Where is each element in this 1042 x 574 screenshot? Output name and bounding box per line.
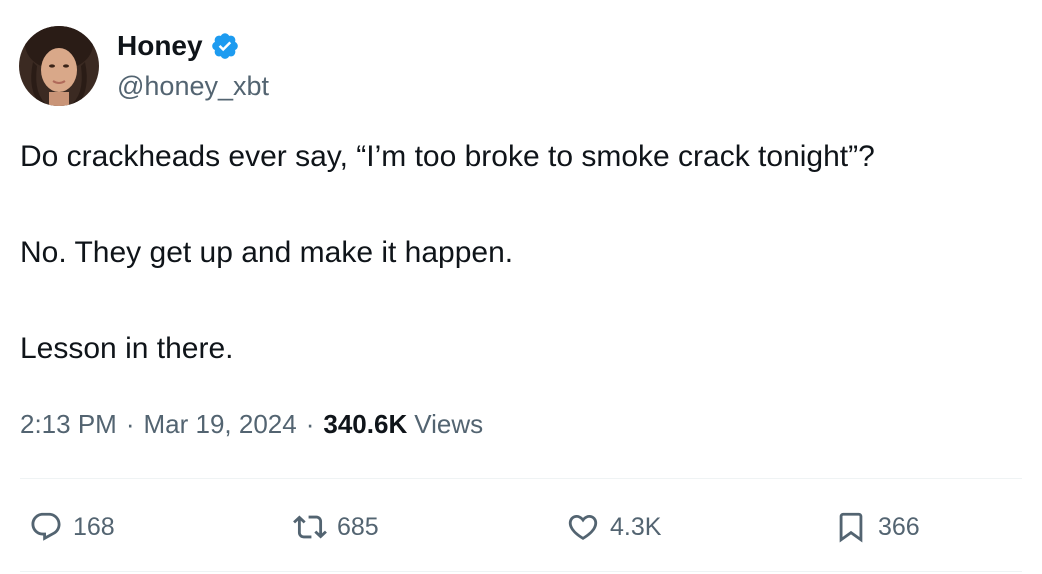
bookmark-button[interactable]: 366: [834, 503, 920, 551]
tweet-time[interactable]: 2:13 PM: [20, 409, 117, 440]
author-handle[interactable]: @honey_xbt: [117, 71, 269, 102]
views-count: 340.6K: [323, 409, 408, 439]
divider: [20, 571, 1022, 572]
tweet-text: Do crackheads ever say, “I’m too broke t…: [20, 137, 1030, 369]
views-label: Views: [414, 409, 484, 439]
bookmark-count: 366: [878, 512, 920, 541]
retweet-count: 685: [337, 512, 379, 541]
reply-icon: [29, 510, 63, 544]
tweet-meta: 2:13 PM · Mar 19, 2024 · 340.6K Views: [20, 409, 483, 440]
action-bar: 168 685 4.3K 366: [0, 503, 1042, 551]
author-display-name[interactable]: Honey: [117, 30, 203, 62]
heart-icon: [566, 510, 600, 544]
like-count: 4.3K: [610, 512, 662, 541]
retweet-button[interactable]: 685: [293, 503, 379, 551]
retweet-icon: [293, 510, 327, 544]
tweet-date[interactable]: Mar 19, 2024: [144, 409, 297, 440]
divider: [20, 478, 1022, 479]
tweet-card: Honey @honey_xbt Do crackheads ever say,…: [0, 0, 1042, 574]
reply-button[interactable]: 168: [29, 503, 115, 551]
tweet-text-line: No. They get up and make it happen.: [20, 236, 514, 269]
verified-badge-icon: [210, 31, 240, 61]
tweet-text-line: Do crackheads ever say, “I’m too broke t…: [20, 140, 875, 173]
avatar[interactable]: [19, 26, 99, 106]
meta-separator: ·: [125, 409, 135, 439]
author-name-row: Honey: [117, 29, 240, 63]
bookmark-icon: [834, 510, 868, 544]
reply-count: 168: [73, 512, 115, 541]
like-button[interactable]: 4.3K: [566, 503, 661, 551]
meta-separator: ·: [305, 409, 315, 439]
avatar-image: [19, 26, 99, 106]
tweet-text-line: Lesson in there.: [20, 332, 234, 365]
